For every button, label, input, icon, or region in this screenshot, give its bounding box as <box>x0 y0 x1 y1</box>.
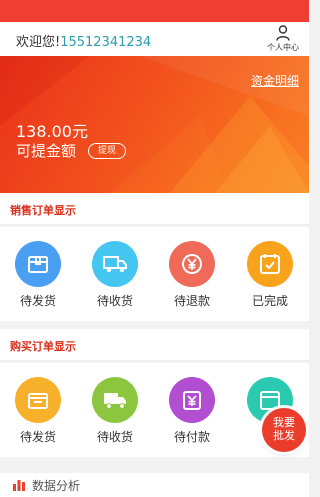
withdraw-button[interactable]: 提现 <box>88 143 126 159</box>
header: 欢迎您!15512341234 个人中心 <box>0 22 309 56</box>
check-calendar-icon <box>247 241 293 287</box>
sales-orders-title: 销售订单显示 <box>10 204 76 217</box>
wholesale-line2: 批发 <box>273 429 295 442</box>
status-bar <box>0 0 309 22</box>
data-analysis-row[interactable]: 数据分析 <box>0 473 309 497</box>
sales-pending-shipment[interactable]: 待发货 <box>8 241 68 309</box>
withdrawable-label: 可提金额 <box>16 142 77 160</box>
withdrawable-amount: 138.00元 <box>16 122 88 141</box>
purchase-orders-row: 待发货 待收货 待付款 已 <box>0 363 309 457</box>
bar-chart-icon <box>13 480 25 491</box>
wholesale-line1: 我要 <box>273 416 295 429</box>
welcome-text: 欢迎您!15512341234 <box>16 31 151 50</box>
purchase-pending-payment[interactable]: 待付款 <box>162 377 222 445</box>
sales-orders-row: 待发货 待收货 待退款 已完成 <box>0 227 309 321</box>
wholesale-float-button[interactable]: 我要 批发 <box>262 408 306 452</box>
purchase-orders-title: 购买订单显示 <box>10 340 76 353</box>
sales-pending-refund-label: 待退款 <box>173 294 210 308</box>
purchase-pending-shipment-label: 待发货 <box>19 430 56 444</box>
sales-orders-header: 销售订单显示 <box>0 193 309 225</box>
truck-icon <box>92 241 138 287</box>
box-icon <box>15 241 61 287</box>
sales-completed[interactable]: 已完成 <box>240 241 300 309</box>
sales-pending-receipt[interactable]: 待收货 <box>85 241 145 309</box>
sales-pending-refund[interactable]: 待退款 <box>162 241 222 309</box>
sales-pending-shipment-label: 待发货 <box>19 294 56 308</box>
yen-pay-icon <box>169 377 215 423</box>
box-icon <box>15 377 61 423</box>
purchase-pending-payment-label: 待付款 <box>173 430 210 444</box>
sales-completed-label: 已完成 <box>251 294 288 308</box>
purchase-pending-receipt-label: 待收货 <box>96 430 133 444</box>
user-center-label: 个人中心 <box>267 43 299 52</box>
purchase-pending-shipment[interactable]: 待发货 <box>8 377 68 445</box>
balance-banner: 资金明细 138.00元 可提金额 提现 <box>0 56 309 193</box>
user-icon <box>276 25 290 41</box>
data-analysis-label: 数据分析 <box>32 479 81 493</box>
fund-detail-link[interactable]: 资金明细 <box>251 72 299 89</box>
welcome-label: 欢迎您! <box>16 35 61 50</box>
phone-number: 15512341234 <box>60 35 152 50</box>
purchase-pending-receipt[interactable]: 待收货 <box>85 377 145 445</box>
sales-pending-receipt-label: 待收货 <box>96 294 133 308</box>
purchase-orders-header: 购买订单显示 <box>0 329 309 361</box>
user-center-button[interactable]: 个人中心 <box>263 25 303 53</box>
yen-refund-icon <box>169 241 215 287</box>
truck-icon <box>92 377 138 423</box>
